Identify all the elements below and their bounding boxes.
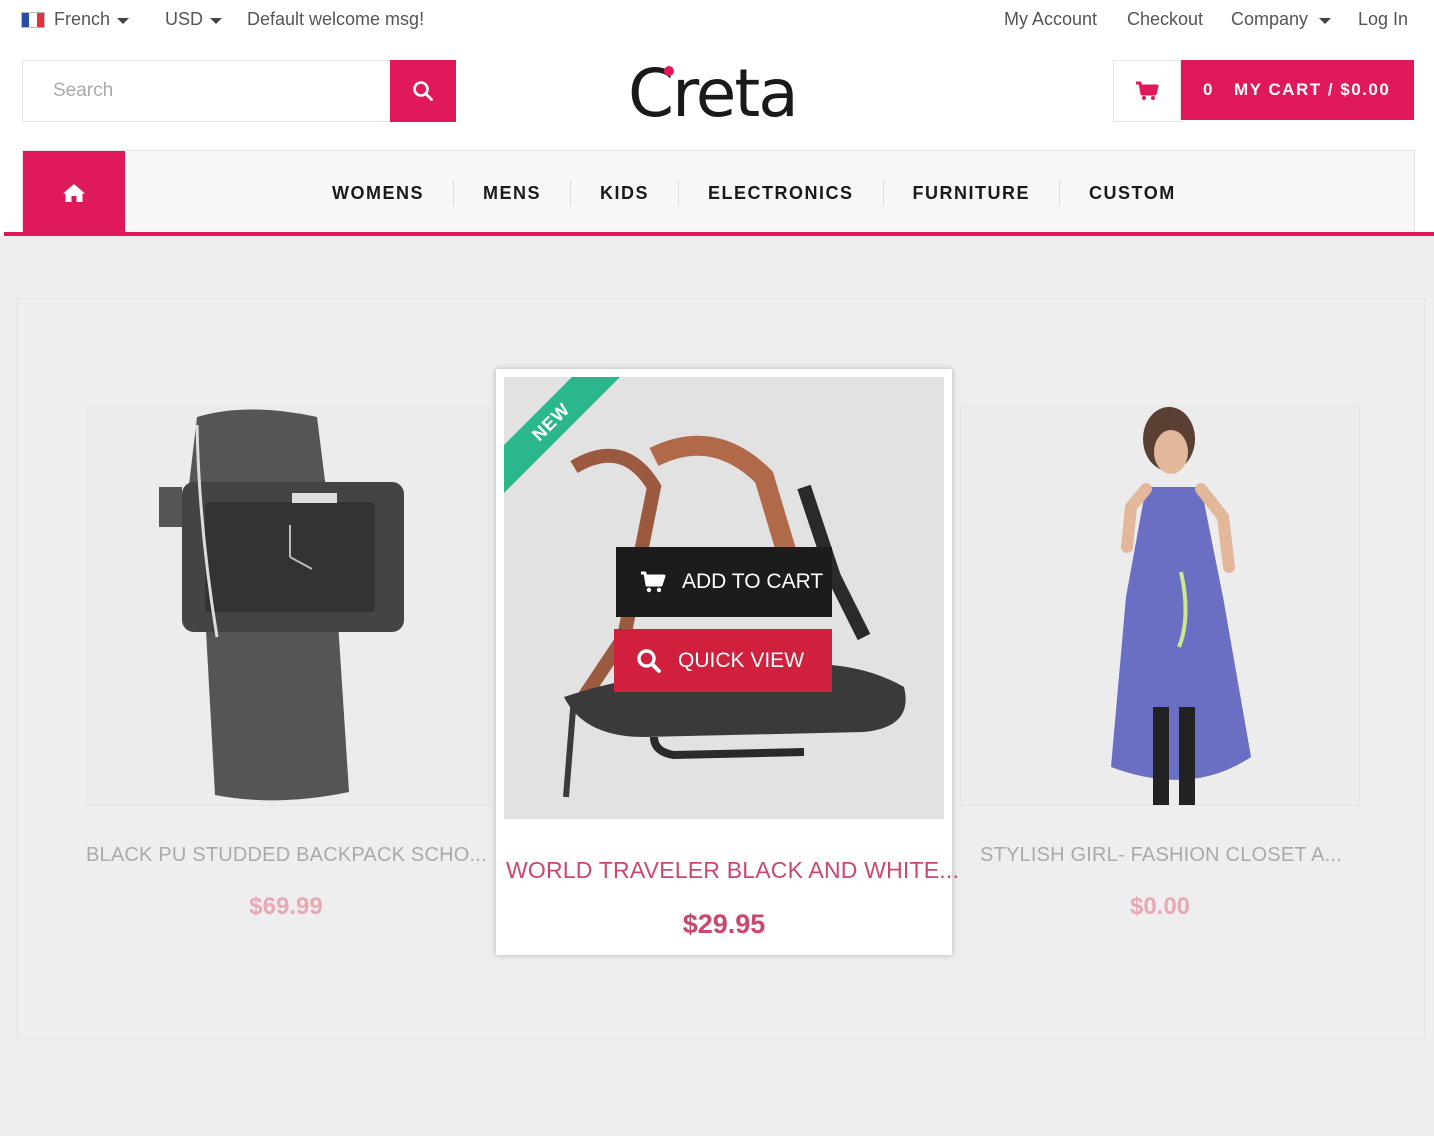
- welcome-message: Default welcome msg!: [247, 9, 425, 29]
- cart-label: MY CART / $0.00: [1233, 80, 1391, 99]
- product-price-watch: $69.99: [249, 893, 323, 920]
- product-price-dress: $0.00: [1129, 893, 1191, 920]
- home-icon: [63, 184, 85, 202]
- currency-selector[interactable]: USD: [165, 9, 223, 30]
- site-logo[interactable]: Creta: [628, 58, 818, 130]
- quick-view-button[interactable]: QUICK VIEW: [614, 629, 832, 692]
- product-image-dress[interactable]: [960, 406, 1360, 806]
- my-cart-button[interactable]: 0 MY CART / $0.00: [1181, 60, 1414, 120]
- nav-underline: [4, 232, 1434, 236]
- nav-item-womens[interactable]: WOMENS: [303, 183, 453, 204]
- top-bar: French USD Default welcome msg! My Accou…: [0, 0, 1434, 42]
- language-label: French: [54, 9, 111, 29]
- company-menu[interactable]: Company: [1231, 9, 1332, 30]
- nav-item-kids[interactable]: KIDS: [571, 183, 678, 204]
- cart-count: 0: [1203, 80, 1214, 99]
- product-name-shoes[interactable]: WORLD TRAVELER BLACK AND WHITE...: [506, 857, 959, 884]
- search-icon: [413, 81, 433, 101]
- product-card-shoes[interactable]: NEW ADD TO CART QUICK VIEW WORLD TRAVELE…: [496, 369, 959, 955]
- nav-item-mens[interactable]: MENS: [454, 183, 570, 204]
- logo-dot: [664, 66, 674, 76]
- nav-item-electronics[interactable]: ELECTRONICS: [679, 183, 883, 204]
- search-button[interactable]: [390, 60, 456, 122]
- product-image-watch[interactable]: [86, 406, 490, 806]
- my-account-link[interactable]: My Account: [1004, 9, 1097, 30]
- nav-item-custom[interactable]: CUSTOM: [1060, 183, 1205, 204]
- product-price-shoes: $29.95: [682, 909, 766, 939]
- cart-icon: [1136, 81, 1159, 100]
- cart-icon-button[interactable]: [1113, 60, 1181, 122]
- caret-down-icon: [1319, 18, 1332, 24]
- french-flag-icon: [21, 11, 45, 28]
- product-name-dress[interactable]: STYLISH GIRL- FASHION CLOSET A...: [980, 844, 1342, 867]
- search-icon: [637, 648, 661, 673]
- company-label: Company: [1231, 9, 1309, 29]
- dress-image: [1111, 407, 1251, 805]
- login-link[interactable]: Log In: [1358, 9, 1408, 30]
- search-input[interactable]: [23, 61, 391, 121]
- nav-item-furniture[interactable]: FURNITURE: [884, 183, 1060, 204]
- quick-view-label: QUICK VIEW: [678, 648, 805, 672]
- nav-items: WOMENS MENS KIDS ELECTRONICS FURNITURE C…: [303, 151, 1205, 235]
- language-selector[interactable]: French: [21, 9, 130, 30]
- watch-image: [159, 409, 404, 801]
- product-name-watch[interactable]: BLACK PU STUDDED BACKPACK SCHO...: [86, 844, 487, 867]
- checkout-link[interactable]: Checkout: [1127, 9, 1203, 30]
- cart-icon: [641, 571, 666, 593]
- add-to-cart-label: ADD TO CART: [682, 570, 824, 593]
- main-navigation: WOMENS MENS KIDS ELECTRONICS FURNITURE C…: [22, 150, 1415, 235]
- search-bar: [22, 60, 456, 122]
- caret-down-icon: [117, 18, 130, 24]
- nav-home-button[interactable]: [23, 151, 125, 235]
- currency-label: USD: [165, 9, 204, 29]
- add-to-cart-button[interactable]: ADD TO CART: [616, 547, 832, 617]
- caret-down-icon: [210, 18, 223, 24]
